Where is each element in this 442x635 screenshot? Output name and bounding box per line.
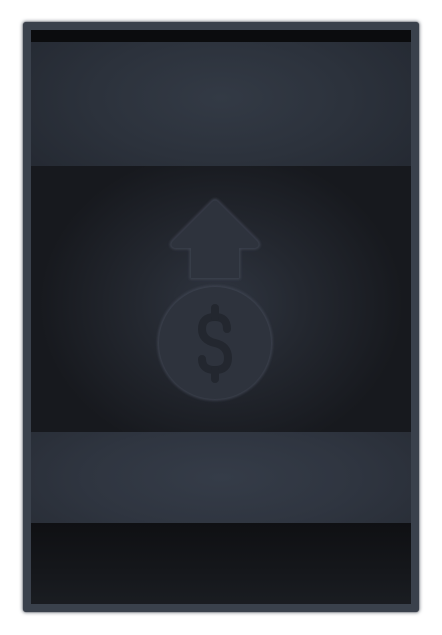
money-bag-up-arrow-icon xyxy=(157,199,273,401)
card[interactable] xyxy=(23,22,419,612)
card-footer xyxy=(31,523,411,604)
card-top-strip xyxy=(31,30,411,42)
card-header xyxy=(31,42,411,166)
arrow-up-shape xyxy=(171,200,259,278)
card-art xyxy=(31,166,411,432)
card-label-band xyxy=(31,432,411,523)
